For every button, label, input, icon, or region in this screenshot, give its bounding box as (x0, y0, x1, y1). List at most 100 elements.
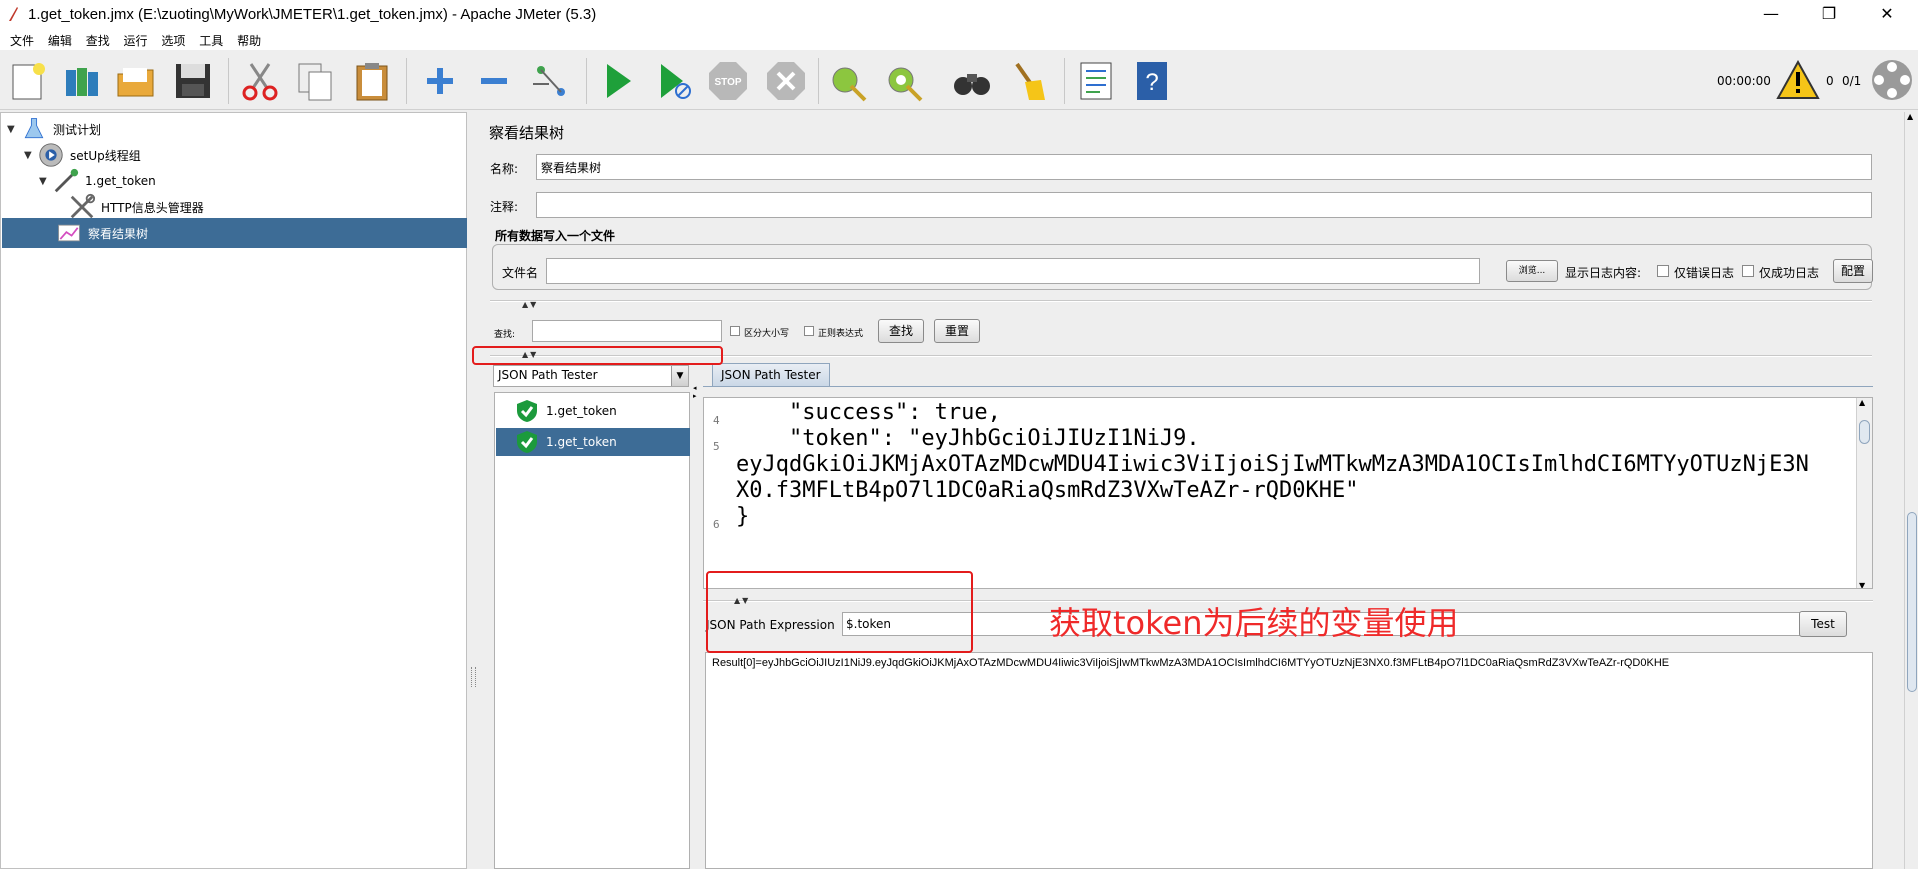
renderer-select[interactable]: JSON Path Tester (493, 365, 689, 387)
splitter-grip[interactable] (471, 667, 476, 687)
expand-all-button[interactable] (418, 58, 462, 104)
tree-node-view-results-tree[interactable]: 察看结果树 (2, 218, 467, 248)
name-label: 名称: (490, 162, 519, 176)
elapsed-time: 00:00:00 (1717, 74, 1771, 88)
scroll-up-icon[interactable]: ▲ (1907, 112, 1913, 121)
clear-button[interactable] (826, 58, 870, 104)
help-icon: ? (1137, 62, 1167, 100)
name-input[interactable]: 察看结果树 (536, 154, 1872, 180)
outer-scrollbar[interactable]: ▲ (1904, 112, 1918, 869)
browse-button[interactable]: 浏览... (1506, 260, 1558, 282)
cut-icon (242, 63, 278, 101)
cut-button[interactable] (238, 58, 282, 104)
copy-icon (298, 63, 332, 101)
warning-icon[interactable] (1776, 60, 1820, 100)
regex-checkbox[interactable] (804, 326, 814, 336)
success-only-label: 仅成功日志 (1759, 266, 1820, 280)
svg-text:STOP: STOP (714, 77, 741, 88)
minimize-button[interactable]: — (1742, 0, 1800, 30)
code-scrollbar[interactable]: ▲ ▼ (1856, 398, 1872, 588)
shutdown-icon (767, 62, 805, 100)
open-icon (117, 68, 154, 97)
expand-icon (427, 68, 453, 94)
shutdown-button[interactable] (764, 58, 808, 104)
start-no-pauses-button[interactable] (652, 58, 696, 104)
success-shield-icon (517, 400, 537, 422)
scrollbar-thumb[interactable] (1859, 420, 1870, 444)
json-path-result-area[interactable]: Result[0]=eyJhbGciOiJIUzI1NiJ9.eyJqdGkiO… (705, 652, 1873, 869)
menu-edit[interactable]: 编辑 (48, 30, 72, 49)
save-button[interactable] (171, 58, 215, 104)
help-button[interactable]: ? (1130, 58, 1174, 104)
toolbar-separator (228, 58, 229, 104)
open-button[interactable] (114, 58, 158, 104)
active-threads: 0/1 (1842, 74, 1862, 88)
file-group-title: 所有数据写入一个文件 (495, 229, 616, 243)
menu-search[interactable]: 查找 (86, 30, 110, 49)
collapse-arrow-icon[interactable]: ▼ (39, 176, 51, 187)
renderer-select-value: JSON Path Tester (498, 368, 598, 382)
stop-button[interactable]: STOP (706, 58, 750, 104)
result-row[interactable]: 1.get_token (496, 396, 690, 426)
tab-underline (703, 386, 1873, 387)
results-splitter[interactable] (691, 362, 701, 869)
errors-only-checkbox[interactable] (1657, 265, 1669, 277)
scroll-down-icon[interactable]: ▼ (1859, 581, 1865, 588)
search-input[interactable] (532, 320, 722, 342)
tree-node-label: 1.get_token (85, 174, 156, 188)
function-helper-icon (1080, 62, 1112, 100)
start-button[interactable] (596, 58, 640, 104)
tree-splitter[interactable] (468, 112, 479, 869)
tree-node-label: setUp线程组 (70, 148, 141, 163)
menu-file[interactable]: 文件 (10, 30, 34, 49)
scroll-up-icon[interactable]: ▲ (1859, 398, 1865, 407)
menu-help[interactable]: 帮助 (237, 30, 261, 49)
svg-text:?: ? (1145, 69, 1158, 96)
save-icon (176, 64, 210, 98)
toggle-button[interactable] (528, 58, 572, 104)
tree-node-label: 察看结果树 (88, 226, 149, 241)
json-path-result: Result[0]=eyJhbGciOiJIUzI1NiJ9.eyJqdGkiO… (712, 657, 1670, 669)
window-title: 1.get_token.jmx (E:\zuoting\MyWork\JMETE… (28, 6, 597, 23)
response-code-viewer[interactable]: 4 "success": true, 5 "token": "eyJhbGciO… (703, 397, 1873, 589)
find-button[interactable]: 查找 (878, 319, 924, 343)
splitter-arrows-icon[interactable]: ▲▼ (522, 300, 538, 309)
scrollbar-thumb[interactable] (1907, 512, 1917, 692)
function-helper-button[interactable] (1074, 58, 1118, 104)
result-row[interactable]: 1.get_token (496, 428, 690, 456)
chevron-down-icon[interactable]: ▼ (671, 366, 688, 386)
tab-json-path-tester[interactable]: JSON Path Tester (712, 363, 830, 387)
restore-button[interactable]: ❐ (1800, 0, 1858, 30)
paste-button[interactable] (350, 58, 394, 104)
collapse-all-button[interactable] (472, 58, 516, 104)
configure-button[interactable]: 配置 (1833, 259, 1873, 283)
reset-search-button[interactable] (1006, 58, 1050, 104)
templates-button[interactable] (60, 58, 104, 104)
menu-options[interactable]: 选项 (161, 30, 185, 49)
copy-button[interactable] (294, 58, 338, 104)
menu-run[interactable]: 运行 (124, 30, 148, 49)
collapse-arrow-icon[interactable]: ▼ (7, 124, 19, 135)
case-sensitive-checkbox[interactable] (730, 326, 740, 336)
regex-label: 正则表达式 (818, 329, 864, 339)
log-content-label: 显示日志内容: (1565, 266, 1642, 280)
clear-icon (832, 67, 867, 102)
close-button[interactable]: ✕ (1858, 0, 1916, 30)
collapse-arrow-icon[interactable]: ▼ (24, 150, 36, 161)
search-button[interactable] (950, 58, 994, 104)
splitter-arrows-icon[interactable]: ◂ ▸ (693, 384, 697, 400)
test-plan-tree: ▼ 测试计划 ▼ setUp线程组 ▼ 1.get_token HTTP信息头管… (0, 112, 467, 869)
reset-button[interactable]: 重置 (934, 319, 980, 343)
result-label: 1.get_token (546, 404, 617, 418)
toolbar-separator (406, 58, 407, 104)
success-only-checkbox[interactable] (1742, 265, 1754, 277)
clear-all-button[interactable] (882, 58, 926, 104)
start-icon (607, 64, 631, 98)
comment-input[interactable] (536, 192, 1872, 218)
error-count: 0 (1826, 74, 1834, 88)
panel-title: 察看结果树 (489, 124, 565, 142)
menu-tools[interactable]: 工具 (199, 30, 223, 49)
filename-input[interactable] (546, 258, 1480, 284)
new-button[interactable] (6, 58, 50, 104)
test-button[interactable]: Test (1799, 611, 1847, 637)
